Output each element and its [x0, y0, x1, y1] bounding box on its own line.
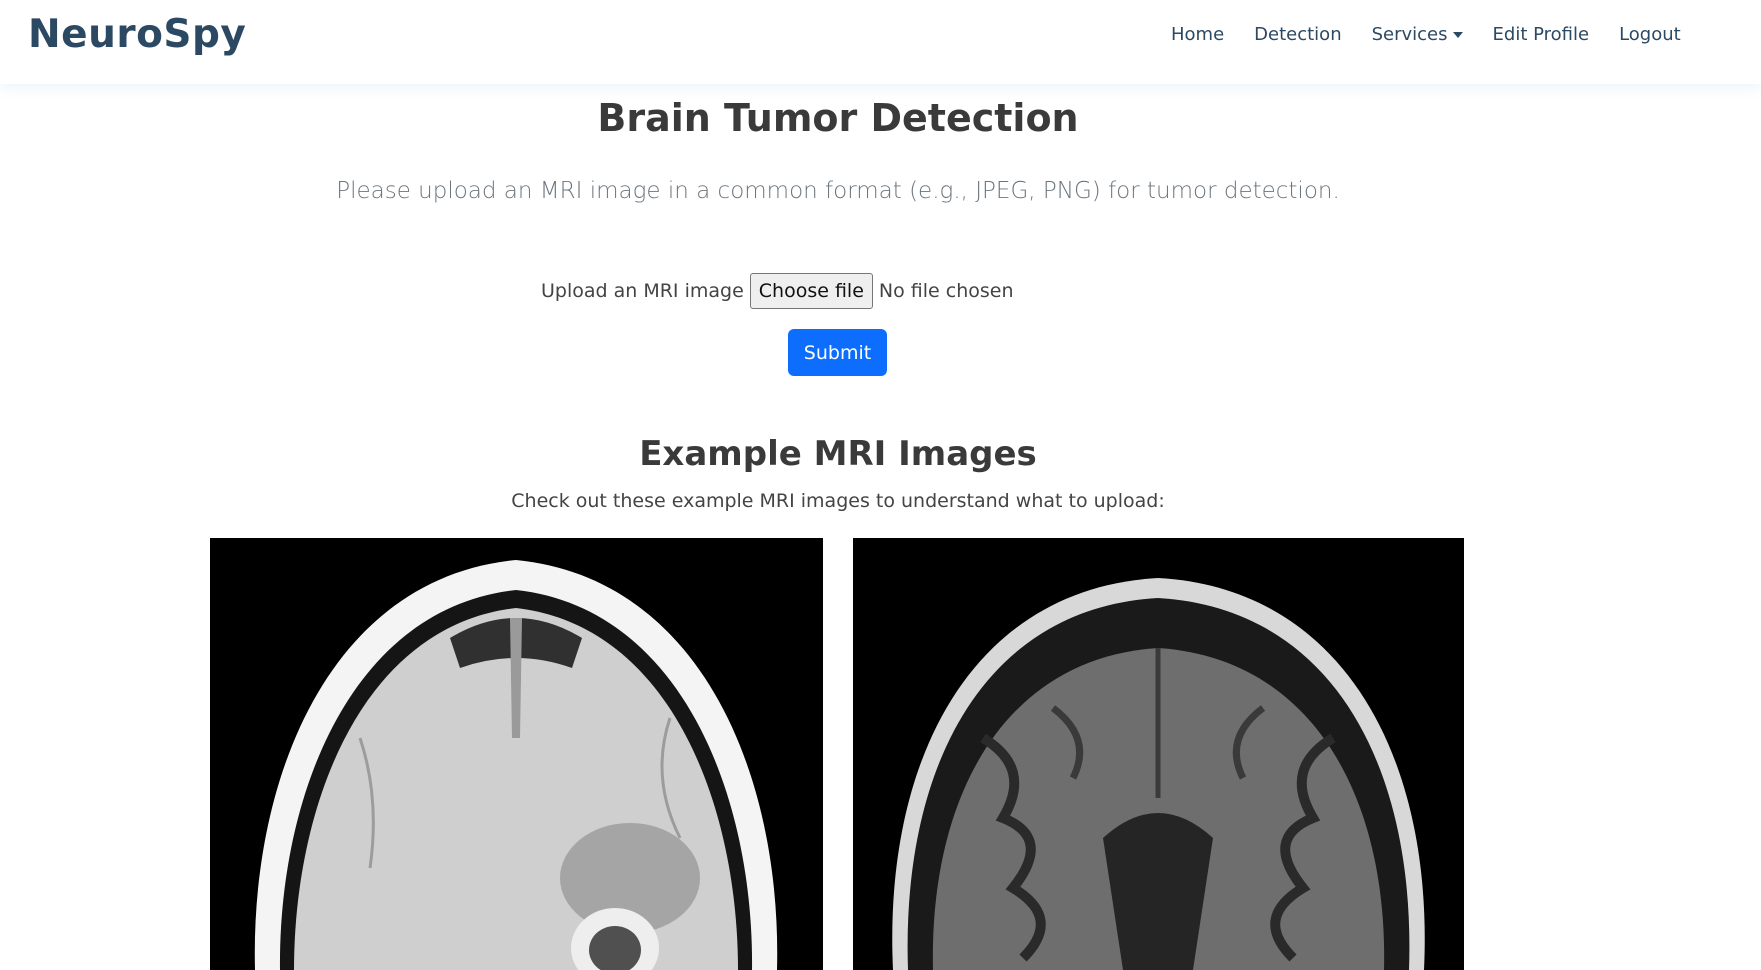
caret-down-icon — [1452, 32, 1463, 38]
nav-services-dropdown[interactable]: Services — [1372, 22, 1463, 48]
submit-button[interactable]: Submit — [788, 329, 887, 376]
upload-label: Upload an MRI image — [541, 280, 744, 302]
nav-services-label: Services — [1371, 24, 1448, 45]
nav-links: Home Detection Services Edit Profile Log… — [1171, 22, 1711, 48]
brand-logo[interactable]: NeuroSpy — [28, 12, 246, 57]
nav-home[interactable]: Home — [1171, 22, 1224, 48]
nav-edit-profile[interactable]: Edit Profile — [1493, 22, 1590, 48]
examples-subtitle: Check out these example MRI images to un… — [511, 490, 1165, 512]
page-title: Brain Tumor Detection — [597, 96, 1079, 140]
nav-logout[interactable]: Logout — [1619, 22, 1681, 48]
upload-form-row: Upload an MRI image Choose file No file … — [541, 273, 1014, 309]
example-mri-image-2 — [853, 538, 1464, 970]
file-status: No file chosen — [878, 280, 1014, 302]
navbar: NeuroSpy Home Detection Services Edit Pr… — [0, 0, 1761, 84]
examples-title: Example MRI Images — [639, 434, 1037, 474]
choose-file-button[interactable]: Choose file — [749, 273, 873, 309]
example-mri-image-1 — [210, 538, 823, 970]
page-lead: Please upload an MRI image in a common f… — [336, 178, 1340, 204]
nav-detection[interactable]: Detection — [1254, 22, 1341, 48]
